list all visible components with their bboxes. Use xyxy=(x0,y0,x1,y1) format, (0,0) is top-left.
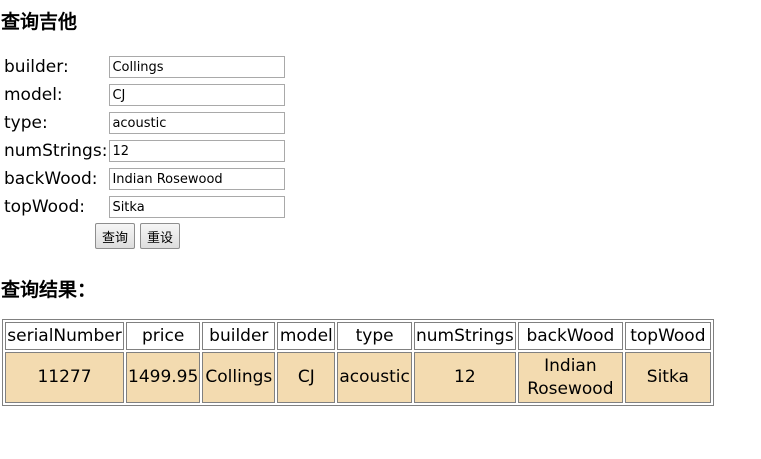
header-price: price xyxy=(126,322,201,350)
query-button[interactable]: 查询 xyxy=(95,223,136,249)
type-label: type: xyxy=(4,113,48,133)
backwood-input[interactable] xyxy=(109,168,286,191)
cell-price: 1499.95 xyxy=(126,352,201,403)
cell-backwood: Indian Rosewood xyxy=(517,352,623,403)
header-numstrings: numStrings xyxy=(413,322,516,350)
model-input[interactable] xyxy=(109,84,286,107)
form-row-topwood: topWood: xyxy=(4,194,286,220)
table-row: 11277 1499.95 Collings CJ acoustic 12 In… xyxy=(5,352,711,403)
model-label: model: xyxy=(4,85,63,105)
form-row-numstrings: numStrings: xyxy=(4,138,286,164)
search-title: 查询吉他 xyxy=(1,11,78,33)
topwood-label: topWood: xyxy=(4,197,85,217)
result-table: serialNumber price builder model type nu… xyxy=(2,319,714,406)
reset-button[interactable]: 重设 xyxy=(140,223,181,249)
form-row-type: type: xyxy=(4,110,286,136)
cell-model: CJ xyxy=(277,352,336,403)
header-builder: builder xyxy=(202,322,276,350)
cell-numstrings: 12 xyxy=(413,352,516,403)
search-form: builder: model: type: numStrings: backWo… xyxy=(2,52,287,222)
form-row-builder: builder: xyxy=(4,54,286,80)
cell-type: acoustic xyxy=(337,352,412,403)
header-serialnumber: serialNumber xyxy=(5,322,124,350)
numstrings-input[interactable] xyxy=(109,140,286,163)
form-buttons: 查询 重设 xyxy=(95,223,181,249)
header-backwood: backWood xyxy=(517,322,623,350)
topwood-input[interactable] xyxy=(109,196,286,219)
header-topwood: topWood xyxy=(624,322,711,350)
form-row-model: model: xyxy=(4,82,286,108)
backwood-label: backWood: xyxy=(4,169,98,189)
cell-serialnumber: 11277 xyxy=(5,352,124,403)
builder-label: builder: xyxy=(4,57,69,77)
result-header-row: serialNumber price builder model type nu… xyxy=(5,322,711,350)
numstrings-label: numStrings: xyxy=(4,141,108,161)
cell-builder: Collings xyxy=(202,352,276,403)
type-input[interactable] xyxy=(109,112,286,135)
header-model: model xyxy=(277,322,336,350)
form-row-backwood: backWood: xyxy=(4,166,286,192)
header-type: type xyxy=(337,322,412,350)
result-title: 查询结果： xyxy=(1,279,97,301)
builder-input[interactable] xyxy=(109,56,286,79)
cell-topwood: Sitka xyxy=(624,352,711,403)
page: 查询吉他 builder: model: type: numStrings: b… xyxy=(0,0,761,459)
